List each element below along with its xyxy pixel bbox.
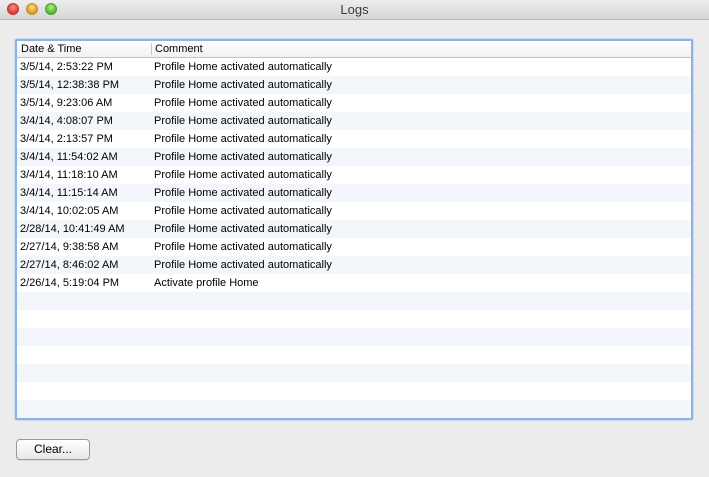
cell-date-time: 2/26/14, 5:19:04 PM: [20, 277, 120, 289]
empty-table-row: [17, 382, 691, 400]
cell-date-time: 2/27/14, 9:38:58 AM: [20, 241, 119, 253]
cell-date-time: 3/5/14, 9:23:06 AM: [20, 97, 113, 109]
logs-window: Logs Date & Time Comment 3/5/14, 2:53:22…: [0, 0, 709, 477]
table-row[interactable]: 2/27/14, 8:46:02 AM Profile Home activate…: [17, 256, 691, 274]
cell-comment: Profile Home activated automatically: [154, 205, 332, 217]
cell-date-time: 3/4/14, 10:02:05 AM: [20, 205, 119, 217]
table-row[interactable]: 2/26/14, 5:19:04 PM Activate profile Home: [17, 274, 691, 292]
cell-comment: Profile Home activated automatically: [154, 169, 332, 181]
cell-comment: Profile Home activated automatically: [154, 259, 332, 271]
cell-comment: Profile Home activated automatically: [154, 241, 332, 253]
cell-date-time: 3/5/14, 12:38:38 PM: [20, 79, 120, 91]
cell-comment: Profile Home activated automatically: [154, 133, 332, 145]
cell-date-time: 2/28/14, 10:41:49 AM: [20, 223, 125, 235]
empty-table-row: [17, 292, 691, 310]
cell-date-time: 3/4/14, 11:15:14 AM: [20, 187, 118, 199]
table-row[interactable]: 3/4/14, 11:18:10 AM Profile Home activate…: [17, 166, 691, 184]
table-row[interactable]: 2/27/14, 9:38:58 AM Profile Home activate…: [17, 238, 691, 256]
cell-date-time: 3/4/14, 11:54:02 AM: [20, 151, 118, 163]
cell-comment: Profile Home activated automatically: [154, 97, 332, 109]
cell-comment: Profile Home activated automatically: [154, 115, 332, 127]
cell-date-time: 3/4/14, 2:13:57 PM: [20, 133, 113, 145]
table-row[interactable]: 3/5/14, 9:23:06 AM Profile Home activated…: [17, 94, 691, 112]
cell-date-time: 3/4/14, 11:18:10 AM: [20, 169, 118, 181]
table-row[interactable]: 3/5/14, 2:53:22 PM Profile Home activated…: [17, 58, 691, 76]
empty-table-row: [17, 400, 691, 418]
cell-comment: Activate profile Home: [154, 277, 259, 289]
table-row[interactable]: 3/4/14, 10:02:05 AM Profile Home activate…: [17, 202, 691, 220]
table-row[interactable]: 3/4/14, 4:08:07 PM Profile Home activated…: [17, 112, 691, 130]
table-body: 3/5/14, 2:53:22 PM Profile Home activated…: [17, 58, 691, 418]
title-bar[interactable]: Logs: [0, 0, 709, 20]
cell-comment: Profile Home activated automatically: [154, 79, 332, 91]
empty-table-row: [17, 346, 691, 364]
cell-comment: Profile Home activated automatically: [154, 187, 332, 199]
table-row[interactable]: 3/4/14, 2:13:57 PM Profile Home activated…: [17, 130, 691, 148]
cell-date-time: 3/4/14, 4:08:07 PM: [20, 115, 113, 127]
clear-button[interactable]: Clear...: [16, 439, 90, 460]
cell-date-time: 3/5/14, 2:53:22 PM: [20, 61, 113, 73]
table-row[interactable]: 2/28/14, 10:41:49 AM Profile Home activat…: [17, 220, 691, 238]
table-header: Date & Time Comment: [17, 41, 691, 58]
cell-comment: Profile Home activated automatically: [154, 151, 332, 163]
logs-table[interactable]: Date & Time Comment 3/5/14, 2:53:22 PM Pr…: [15, 39, 693, 420]
column-header-date-time[interactable]: Date & Time: [21, 42, 149, 57]
table-row[interactable]: 3/4/14, 11:15:14 AM Profile Home activate…: [17, 184, 691, 202]
cell-date-time: 2/27/14, 8:46:02 AM: [20, 259, 119, 271]
table-row[interactable]: 3/5/14, 12:38:38 PM Profile Home activate…: [17, 76, 691, 94]
column-header-comment[interactable]: Comment: [155, 42, 555, 57]
table-row[interactable]: 3/4/14, 11:54:02 AM Profile Home activate…: [17, 148, 691, 166]
empty-table-row: [17, 364, 691, 382]
empty-table-row: [17, 328, 691, 346]
window-title: Logs: [340, 2, 369, 17]
empty-table-row: [17, 310, 691, 328]
column-separator[interactable]: [151, 43, 152, 55]
cell-comment: Profile Home activated automatically: [154, 223, 332, 235]
cell-comment: Profile Home activated automatically: [154, 61, 332, 73]
